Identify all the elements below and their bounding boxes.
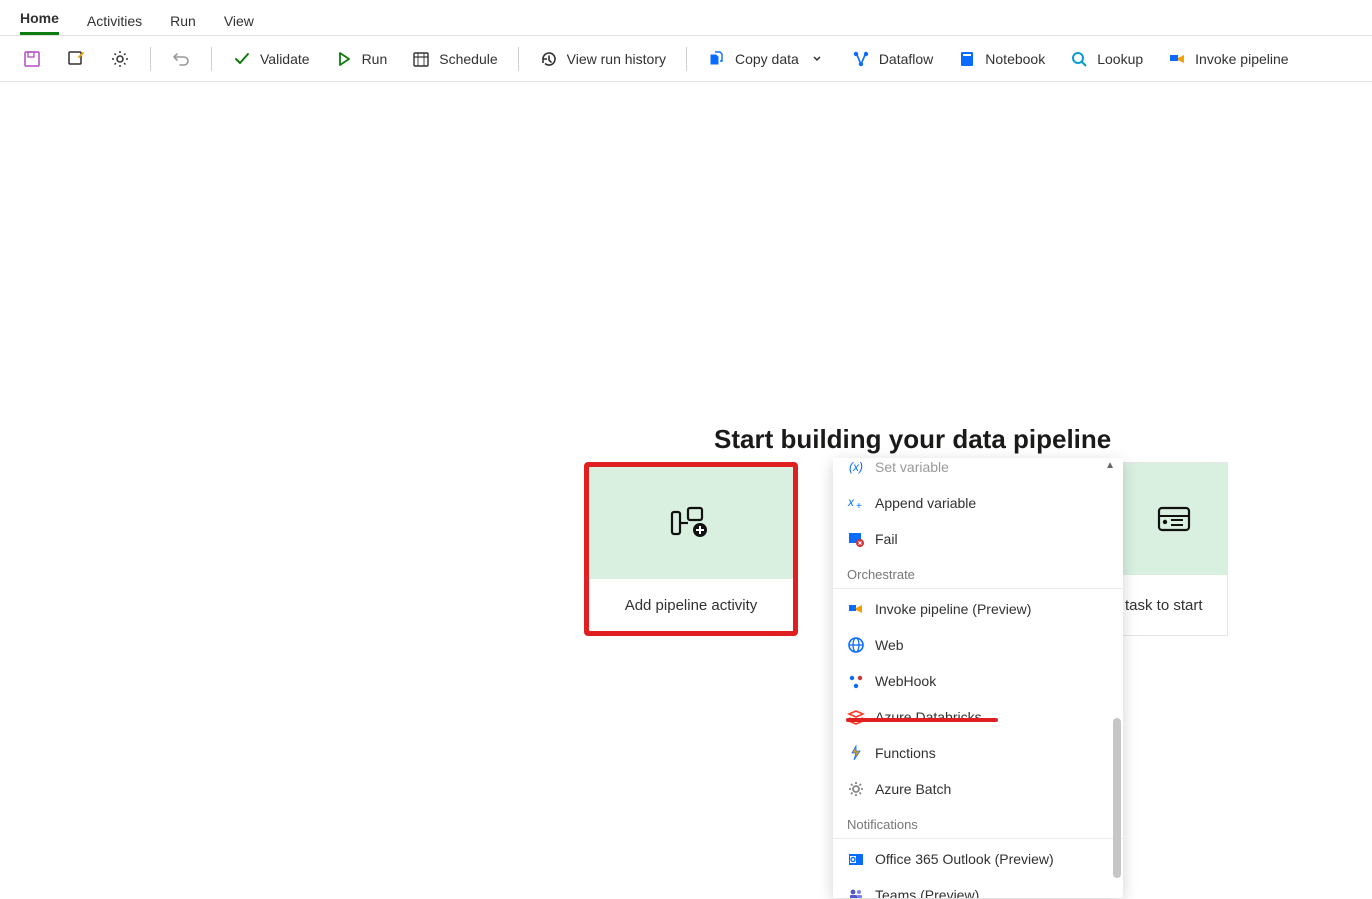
menu-item-invoke-pipeline[interactable]: Invoke pipeline (Preview) — [833, 591, 1123, 627]
activity-dropdown-menu: ▲ (x) Set variable x+ Append variable — [833, 458, 1123, 898]
menu-item-label: Append variable — [875, 495, 976, 511]
invoke-pipeline-button[interactable]: Invoke pipeline — [1157, 43, 1298, 75]
menu-section-orchestrate: Orchestrate — [833, 557, 1123, 589]
batch-gear-icon — [847, 780, 865, 798]
menu-item-outlook[interactable]: Office 365 Outlook (Preview) — [833, 841, 1123, 877]
menu-item-label: Functions — [875, 745, 936, 761]
schedule-label: Schedule — [439, 51, 497, 67]
undo-button[interactable] — [161, 43, 201, 75]
menu-item-label: Azure Databricks — [875, 709, 982, 725]
settings-button[interactable] — [100, 43, 140, 75]
schedule-button[interactable]: Schedule — [401, 43, 507, 75]
divider — [150, 47, 151, 71]
functions-icon — [847, 744, 865, 762]
menu-item-append-variable[interactable]: x+ Append variable — [833, 485, 1123, 521]
top-tabs: Home Activities Run View — [0, 0, 1372, 36]
svg-text:(x): (x) — [849, 460, 863, 474]
divider — [211, 47, 212, 71]
add-pipeline-activity-card[interactable]: Add pipeline activity — [584, 462, 798, 636]
save-button[interactable] — [12, 43, 52, 75]
menu-item-label: Fail — [875, 531, 898, 547]
pipeline-canvas: Start building your data pipeline Add pi… — [0, 82, 1372, 899]
svg-text:+: + — [856, 501, 862, 512]
task-card-label: task to start — [1121, 575, 1227, 635]
dataflow-button[interactable]: Dataflow — [841, 43, 943, 75]
history-label: View run history — [567, 51, 666, 67]
menu-section-notifications: Notifications — [833, 807, 1123, 839]
databricks-icon — [847, 708, 865, 726]
calendar-icon — [411, 49, 431, 69]
search-icon — [1069, 49, 1089, 69]
notebook-icon — [957, 49, 977, 69]
save-edit-icon — [66, 49, 86, 69]
notebook-button[interactable]: Notebook — [947, 43, 1055, 75]
menu-item-fail[interactable]: Fail — [833, 521, 1123, 557]
save-icon — [22, 49, 42, 69]
history-icon — [539, 49, 559, 69]
choose-task-card[interactable]: task to start — [1120, 462, 1228, 636]
dataflow-icon — [851, 49, 871, 69]
divider — [686, 47, 687, 71]
scroll-up-arrow-icon[interactable]: ▲ — [1105, 460, 1115, 471]
pipeline-add-icon — [670, 506, 712, 540]
run-button[interactable]: Run — [324, 43, 398, 75]
fail-icon — [847, 530, 865, 548]
tab-home[interactable]: Home — [20, 10, 59, 35]
validate-button[interactable]: Validate — [222, 43, 320, 75]
copy-data-button[interactable]: Copy data — [697, 43, 837, 75]
copy-data-label: Copy data — [735, 51, 799, 67]
tab-run[interactable]: Run — [170, 13, 196, 35]
teams-icon — [847, 886, 865, 898]
dataflow-label: Dataflow — [879, 51, 933, 67]
menu-item-label: Azure Batch — [875, 781, 951, 797]
highlight-underline — [846, 718, 998, 722]
invoke-label: Invoke pipeline — [1195, 51, 1288, 67]
append-variable-icon: x+ — [847, 494, 865, 512]
menu-item-label: Set variable — [875, 459, 949, 475]
lookup-button[interactable]: Lookup — [1059, 43, 1153, 75]
lookup-label: Lookup — [1097, 51, 1143, 67]
menu-item-label: Teams (Preview) — [875, 887, 979, 898]
menu-item-webhook[interactable]: WebHook — [833, 663, 1123, 699]
add-card-label: Add pipeline activity — [589, 579, 793, 631]
menu-item-label: WebHook — [875, 673, 936, 689]
add-card-icon-area — [589, 467, 793, 579]
tab-view[interactable]: View — [224, 13, 254, 35]
notebook-label: Notebook — [985, 51, 1045, 67]
play-icon — [334, 49, 354, 69]
divider — [518, 47, 519, 71]
view-run-history-button[interactable]: View run history — [529, 43, 676, 75]
template-icon — [1157, 504, 1191, 534]
gear-icon — [110, 49, 130, 69]
menu-item-functions[interactable]: Functions — [833, 735, 1123, 771]
invoke-icon — [1167, 49, 1187, 69]
invoke-icon — [847, 600, 865, 618]
chevron-down-icon — [807, 49, 827, 69]
undo-icon — [171, 49, 191, 69]
set-variable-icon: (x) — [847, 458, 865, 476]
save-as-button[interactable] — [56, 43, 96, 75]
menu-item-set-variable[interactable]: (x) Set variable — [833, 458, 1123, 485]
tab-activities[interactable]: Activities — [87, 13, 142, 35]
svg-text:x: x — [847, 495, 855, 509]
outlook-icon — [847, 850, 865, 868]
canvas-heading: Start building your data pipeline — [714, 424, 1111, 455]
validate-label: Validate — [260, 51, 310, 67]
menu-item-label: Office 365 Outlook (Preview) — [875, 851, 1054, 867]
globe-icon — [847, 636, 865, 654]
menu-item-label: Invoke pipeline (Preview) — [875, 601, 1031, 617]
task-card-icon-area — [1121, 463, 1227, 575]
menu-item-web[interactable]: Web — [833, 627, 1123, 663]
menu-item-teams[interactable]: Teams (Preview) — [833, 877, 1123, 898]
menu-item-azure-batch[interactable]: Azure Batch — [833, 771, 1123, 807]
copy-data-icon — [707, 49, 727, 69]
run-label: Run — [362, 51, 388, 67]
menu-item-azure-databricks[interactable]: Azure Databricks — [833, 699, 1123, 735]
ribbon-toolbar: Validate Run Schedule View run history C… — [0, 36, 1372, 82]
check-icon — [232, 49, 252, 69]
menu-item-label: Web — [875, 637, 904, 653]
menu-scrollbar[interactable] — [1113, 718, 1121, 878]
webhook-icon — [847, 672, 865, 690]
